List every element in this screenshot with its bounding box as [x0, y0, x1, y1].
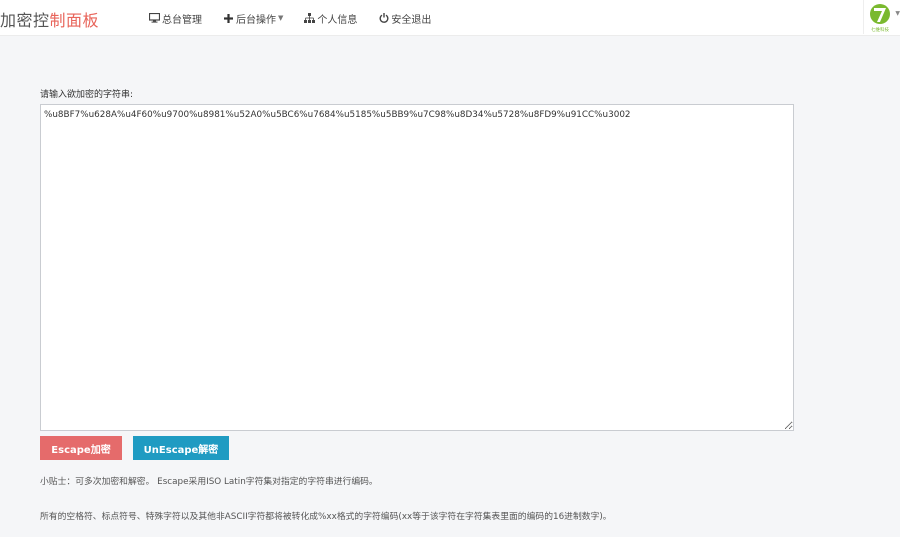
tip-text-line1: 小贴士：可多次加密和解密。 Escape采用ISO Latin字符集对指定的字符… — [40, 477, 378, 487]
nav-item-dashboard[interactable]: 总台管理 — [149, 11, 202, 26]
nav-item-logout-label: 安全退出 — [391, 14, 432, 26]
brand-title-part1: 加密控 — [0, 11, 50, 30]
brand-title[interactable]: 加密控制面板 — [0, 7, 99, 31]
chevron-down-icon: ▼ — [278, 14, 284, 22]
chevron-down-icon: ▼ — [895, 10, 900, 17]
nav-item-profile-label: 个人信息 — [317, 14, 358, 26]
sitemap-icon — [304, 13, 316, 24]
logo-caption: 七维科技 — [871, 26, 889, 33]
tip-text-line2: 所有的空格符、标点符号、特殊字符以及其他非ASCII字符都将被转化成%xx格式的… — [40, 512, 612, 522]
user-avatar-logo[interactable]: 七维科技 ▼ — [863, 0, 900, 34]
nav-item-logout[interactable]: 安全退出 — [378, 11, 431, 26]
monitor-icon — [149, 13, 160, 24]
nav-item-profile[interactable]: 个人信息 — [304, 11, 357, 26]
plus-icon — [223, 13, 234, 24]
escape-encrypt-button[interactable]: Escape加密 — [40, 436, 122, 460]
nav-item-backend-ops-label: 后台操作 — [236, 14, 276, 26]
top-navbar: 加密控制面板 总台管理 后台操作 ▼ 个人信息 安全退出 七维科技 ▼ — [0, 0, 900, 36]
input-prompt-label: 请输入欲加密的字符串: — [40, 90, 134, 100]
string-input-textarea[interactable] — [40, 104, 794, 431]
company-logo-icon: 七维科技 — [870, 4, 890, 33]
brand-title-part2: 制面板 — [49, 11, 100, 30]
nav-item-backend-ops[interactable]: 后台操作 ▼ — [223, 11, 283, 26]
unescape-decrypt-button[interactable]: UnEscape解密 — [133, 436, 229, 460]
main-nav: 总台管理 后台操作 ▼ 个人信息 安全退出 — [149, 0, 452, 36]
power-icon — [378, 13, 389, 24]
nav-item-dashboard-label: 总台管理 — [162, 14, 202, 26]
